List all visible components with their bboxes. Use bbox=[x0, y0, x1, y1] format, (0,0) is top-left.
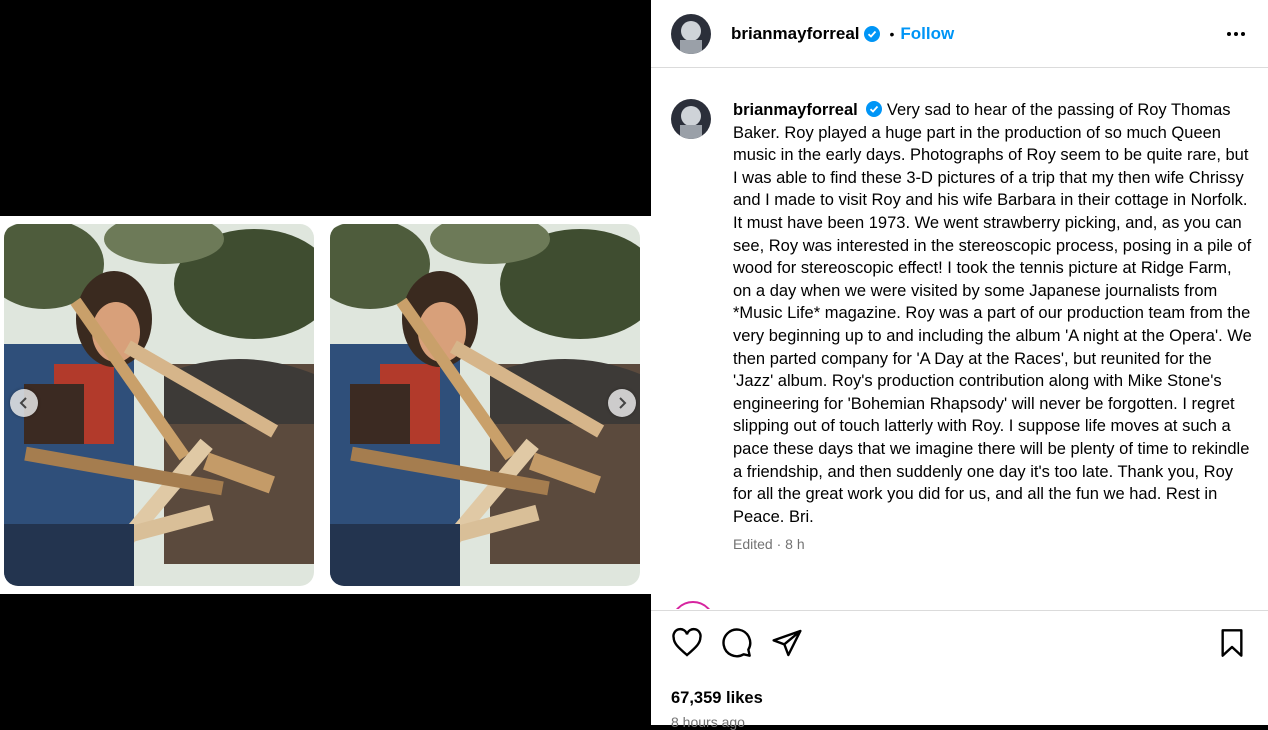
next-comment-avatar[interactable] bbox=[671, 601, 715, 609]
stereo-photo-right bbox=[330, 224, 640, 586]
caption-avatar[interactable] bbox=[671, 99, 711, 139]
caption-row: brianmayforreal Very sad to hear of the … bbox=[651, 69, 1268, 552]
caption-username[interactable]: brianmayforreal bbox=[733, 101, 858, 119]
post-details-panel: brianmayforreal • Follow brianmayforreal… bbox=[651, 0, 1268, 730]
post-actions: 67,359 likes 8 hours ago bbox=[651, 610, 1268, 730]
verified-badge-icon bbox=[863, 25, 880, 42]
post-time: 8 hours ago bbox=[671, 714, 745, 730]
separator-dot: • bbox=[889, 25, 895, 42]
verified-badge-icon bbox=[866, 101, 883, 117]
follow-button[interactable]: Follow bbox=[900, 24, 954, 44]
username-link[interactable]: brianmayforreal bbox=[731, 24, 860, 44]
chevron-left-icon bbox=[19, 397, 27, 409]
more-options-icon[interactable] bbox=[1224, 22, 1248, 46]
carousel-prev-button[interactable] bbox=[10, 389, 38, 417]
stereo-photo-left bbox=[4, 224, 314, 586]
likes-count[interactable]: 67,359 likes bbox=[671, 689, 1268, 708]
chevron-right-icon bbox=[619, 397, 627, 409]
heart-icon[interactable] bbox=[671, 627, 703, 659]
comment-icon[interactable] bbox=[721, 627, 753, 659]
caption-text: brianmayforreal Very sad to hear of the … bbox=[733, 99, 1254, 528]
share-icon[interactable] bbox=[771, 627, 803, 659]
caption-body: Very sad to hear of the passing of Roy T… bbox=[733, 101, 1252, 526]
edited-timestamp: Edited · 8 h bbox=[733, 536, 805, 553]
comments-section: brianmayforreal Very sad to hear of the … bbox=[651, 69, 1268, 609]
post-media bbox=[0, 0, 651, 725]
avatar[interactable] bbox=[671, 13, 711, 54]
bookmark-icon[interactable] bbox=[1216, 627, 1248, 659]
post-header: brianmayforreal • Follow bbox=[651, 0, 1268, 68]
carousel-next-button[interactable] bbox=[608, 389, 636, 417]
carousel-image[interactable] bbox=[0, 216, 651, 594]
